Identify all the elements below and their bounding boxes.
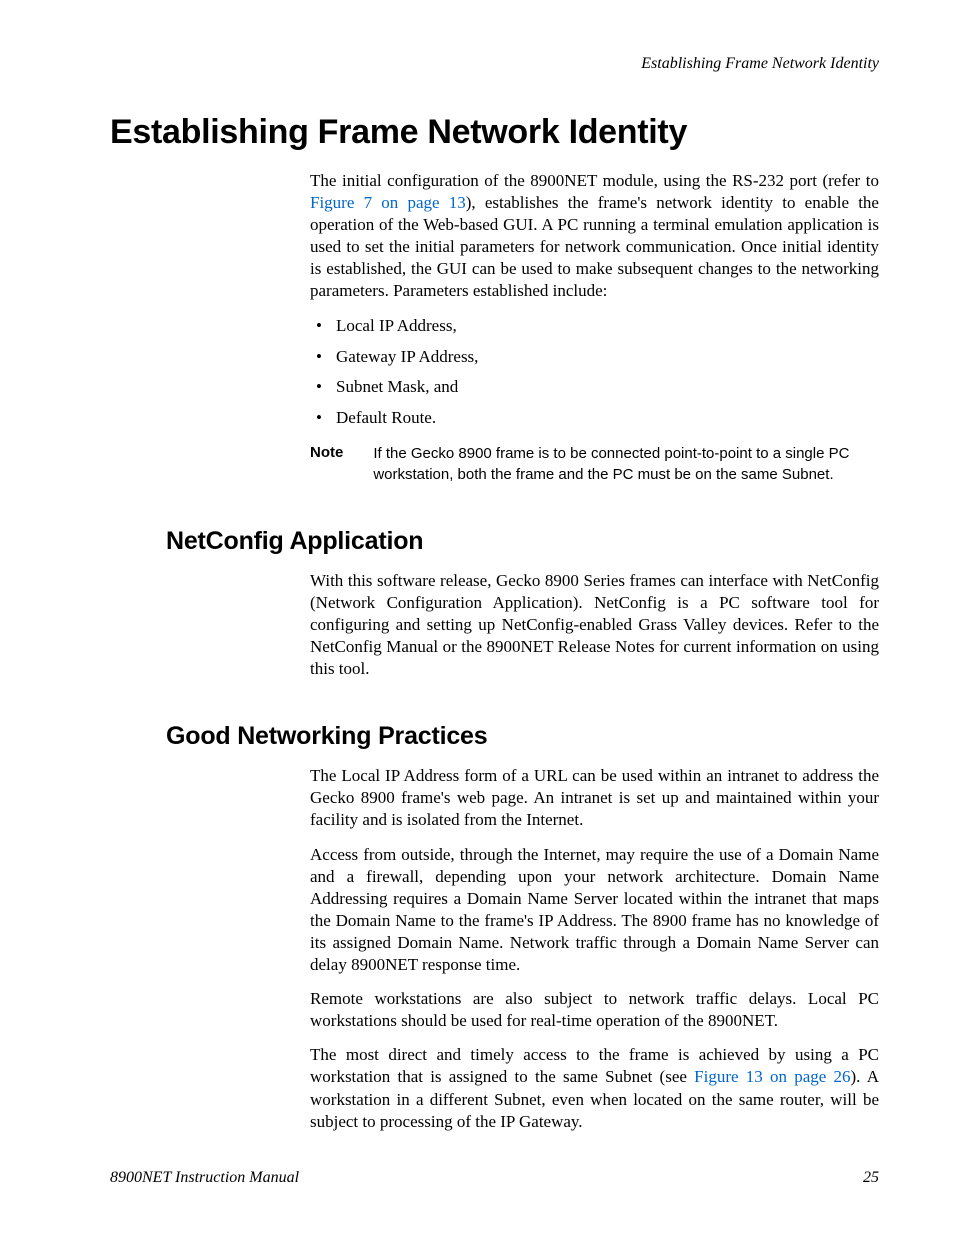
intro-text-a: The initial configuration of the 8900NET… (310, 171, 879, 190)
note-block: Note If the Gecko 8900 frame is to be co… (310, 444, 879, 485)
page-footer: 8900NET Instruction Manual 25 (110, 1169, 879, 1187)
figure-7-link[interactable]: Figure 7 on page 13 (310, 193, 466, 212)
practices-p4: The most direct and timely access to the… (310, 1044, 879, 1132)
parameters-list: Local IP Address, Gateway IP Address, Su… (310, 315, 879, 431)
note-label: Note (310, 444, 343, 485)
practices-p3: Remote workstations are also subject to … (310, 988, 879, 1032)
figure-13-link[interactable]: Figure 13 on page 26 (694, 1067, 850, 1086)
footer-manual-title: 8900NET Instruction Manual (110, 1169, 299, 1187)
netconfig-paragraph: With this software release, Gecko 8900 S… (310, 570, 879, 680)
intro-paragraph: The initial configuration of the 8900NET… (310, 170, 879, 303)
running-header: Establishing Frame Network Identity (110, 55, 879, 73)
practices-p2: Access from outside, through the Interne… (310, 844, 879, 977)
list-item: Subnet Mask, and (310, 376, 879, 399)
list-item: Local IP Address, (310, 315, 879, 338)
note-text: If the Gecko 8900 frame is to be connect… (373, 444, 879, 485)
page-number: 25 (863, 1169, 879, 1187)
section-heading-practices: Good Networking Practices (166, 722, 879, 751)
list-item: Default Route. (310, 407, 879, 430)
page-title: Establishing Frame Network Identity (110, 113, 879, 152)
section-heading-netconfig: NetConfig Application (166, 527, 879, 556)
practices-p1: The Local IP Address form of a URL can b… (310, 765, 879, 831)
list-item: Gateway IP Address, (310, 346, 879, 369)
